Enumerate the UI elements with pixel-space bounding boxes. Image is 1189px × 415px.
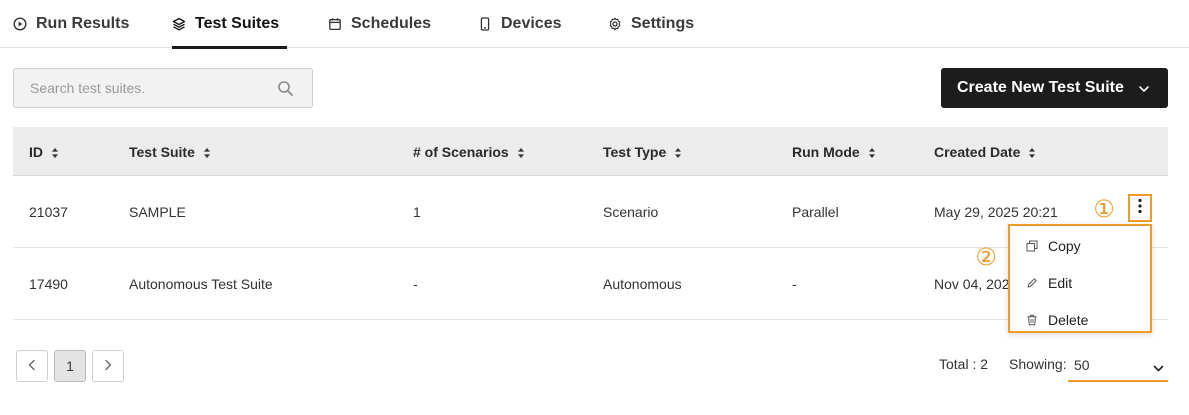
table-row[interactable]: 21037 SAMPLE 1 Scenario Parallel May 29,… bbox=[13, 176, 1168, 248]
menu-item-label: Copy bbox=[1048, 237, 1081, 254]
column-label: Created Date bbox=[934, 143, 1021, 160]
sort-icon[interactable] bbox=[517, 146, 525, 158]
search-icon[interactable] bbox=[277, 80, 294, 97]
sort-icon[interactable] bbox=[203, 146, 211, 158]
next-page-button[interactable] bbox=[92, 350, 124, 382]
table-header: ID Test Suite # of Scenarios Test Type R… bbox=[13, 127, 1168, 176]
pencil-icon bbox=[1026, 277, 1038, 289]
trash-icon bbox=[1026, 314, 1038, 326]
chevron-down-icon[interactable] bbox=[1138, 82, 1150, 94]
page-size-value: 50 bbox=[1074, 357, 1090, 373]
cell-test-suite[interactable]: SAMPLE bbox=[129, 176, 186, 248]
row-actions-menu: Copy Edit Delete bbox=[1008, 224, 1152, 333]
cell-test-type: Scenario bbox=[603, 204, 659, 220]
cell-test-suite[interactable]: Autonomous Test Suite bbox=[129, 248, 273, 320]
column-header-test-suite[interactable]: Test Suite bbox=[129, 127, 211, 176]
column-label: # of Scenarios bbox=[413, 143, 509, 160]
mobile-icon bbox=[478, 17, 492, 31]
menu-item-delete[interactable]: Delete bbox=[1010, 301, 1150, 338]
total-count: Total : 2 bbox=[939, 356, 989, 372]
showing-label: Showing: bbox=[1009, 356, 1067, 372]
column-header-id[interactable]: ID bbox=[29, 127, 59, 176]
callout-marker-2: ② bbox=[975, 244, 997, 271]
cell-scenarios: - bbox=[413, 276, 418, 292]
tab-label: Devices bbox=[501, 15, 562, 32]
menu-item-copy[interactable]: Copy bbox=[1010, 227, 1150, 264]
create-test-suite-button[interactable]: Create New Test Suite bbox=[941, 68, 1168, 108]
column-label: Test Type bbox=[603, 143, 667, 160]
gear-icon bbox=[608, 17, 622, 31]
tab-settings[interactable]: Settings bbox=[608, 0, 694, 48]
menu-item-label: Edit bbox=[1048, 274, 1073, 291]
column-header-scenarios[interactable]: # of Scenarios bbox=[413, 127, 525, 176]
cell-scenarios: 1 bbox=[413, 204, 421, 220]
tab-run-results[interactable]: Run Results bbox=[13, 0, 129, 48]
tab-bar: Run Results Test Suites Schedules Device… bbox=[0, 0, 1189, 49]
column-label: Run Mode bbox=[792, 143, 860, 160]
tab-test-suites[interactable]: Test Suites bbox=[172, 0, 287, 49]
cell-created-date: Nov 04, 202 bbox=[934, 276, 1010, 292]
column-header-test-type[interactable]: Test Type bbox=[603, 127, 682, 176]
cell-test-type: Autonomous bbox=[603, 276, 682, 292]
sort-icon[interactable] bbox=[868, 146, 876, 158]
tab-label: Schedules bbox=[351, 15, 432, 32]
column-label: ID bbox=[29, 143, 43, 160]
calendar-icon bbox=[328, 17, 342, 31]
layers-icon bbox=[172, 17, 186, 31]
cell-id: 21037 bbox=[29, 204, 68, 220]
play-circle-icon bbox=[13, 17, 27, 31]
search-box bbox=[13, 68, 313, 108]
tab-label: Test Suites bbox=[195, 15, 280, 32]
tab-label: Settings bbox=[631, 15, 695, 32]
column-header-created-date[interactable]: Created Date bbox=[934, 127, 1036, 176]
sort-icon[interactable] bbox=[674, 146, 682, 158]
test-suites-table: ID Test Suite # of Scenarios Test Type R… bbox=[13, 127, 1168, 320]
tab-devices[interactable]: Devices bbox=[478, 0, 562, 48]
menu-item-label: Delete bbox=[1048, 311, 1089, 328]
page-size-select[interactable]: 50 bbox=[1068, 350, 1168, 382]
sort-icon[interactable] bbox=[51, 146, 59, 158]
row-actions-button[interactable] bbox=[1128, 194, 1152, 222]
chevron-down-icon bbox=[1153, 361, 1164, 372]
sort-icon[interactable] bbox=[1028, 146, 1036, 158]
chevron-right-icon bbox=[103, 358, 113, 374]
cell-id: 17490 bbox=[29, 276, 68, 292]
tab-label: Run Results bbox=[36, 15, 130, 32]
column-header-run-mode[interactable]: Run Mode bbox=[792, 127, 876, 176]
page-number-button[interactable]: 1 bbox=[54, 350, 86, 382]
menu-item-edit[interactable]: Edit bbox=[1010, 264, 1150, 301]
search-input[interactable] bbox=[14, 69, 312, 107]
more-vertical-icon bbox=[1138, 198, 1142, 219]
create-test-suite-label: Create New Test Suite bbox=[957, 79, 1124, 96]
cell-run-mode: Parallel bbox=[792, 204, 839, 220]
tab-schedules[interactable]: Schedules bbox=[328, 0, 431, 48]
callout-marker-1: ① bbox=[1093, 196, 1115, 223]
chevron-left-icon bbox=[27, 358, 37, 374]
copy-icon bbox=[1026, 240, 1038, 252]
cell-run-mode: - bbox=[792, 276, 797, 292]
prev-page-button[interactable] bbox=[16, 350, 48, 382]
column-label: Test Suite bbox=[129, 143, 195, 160]
